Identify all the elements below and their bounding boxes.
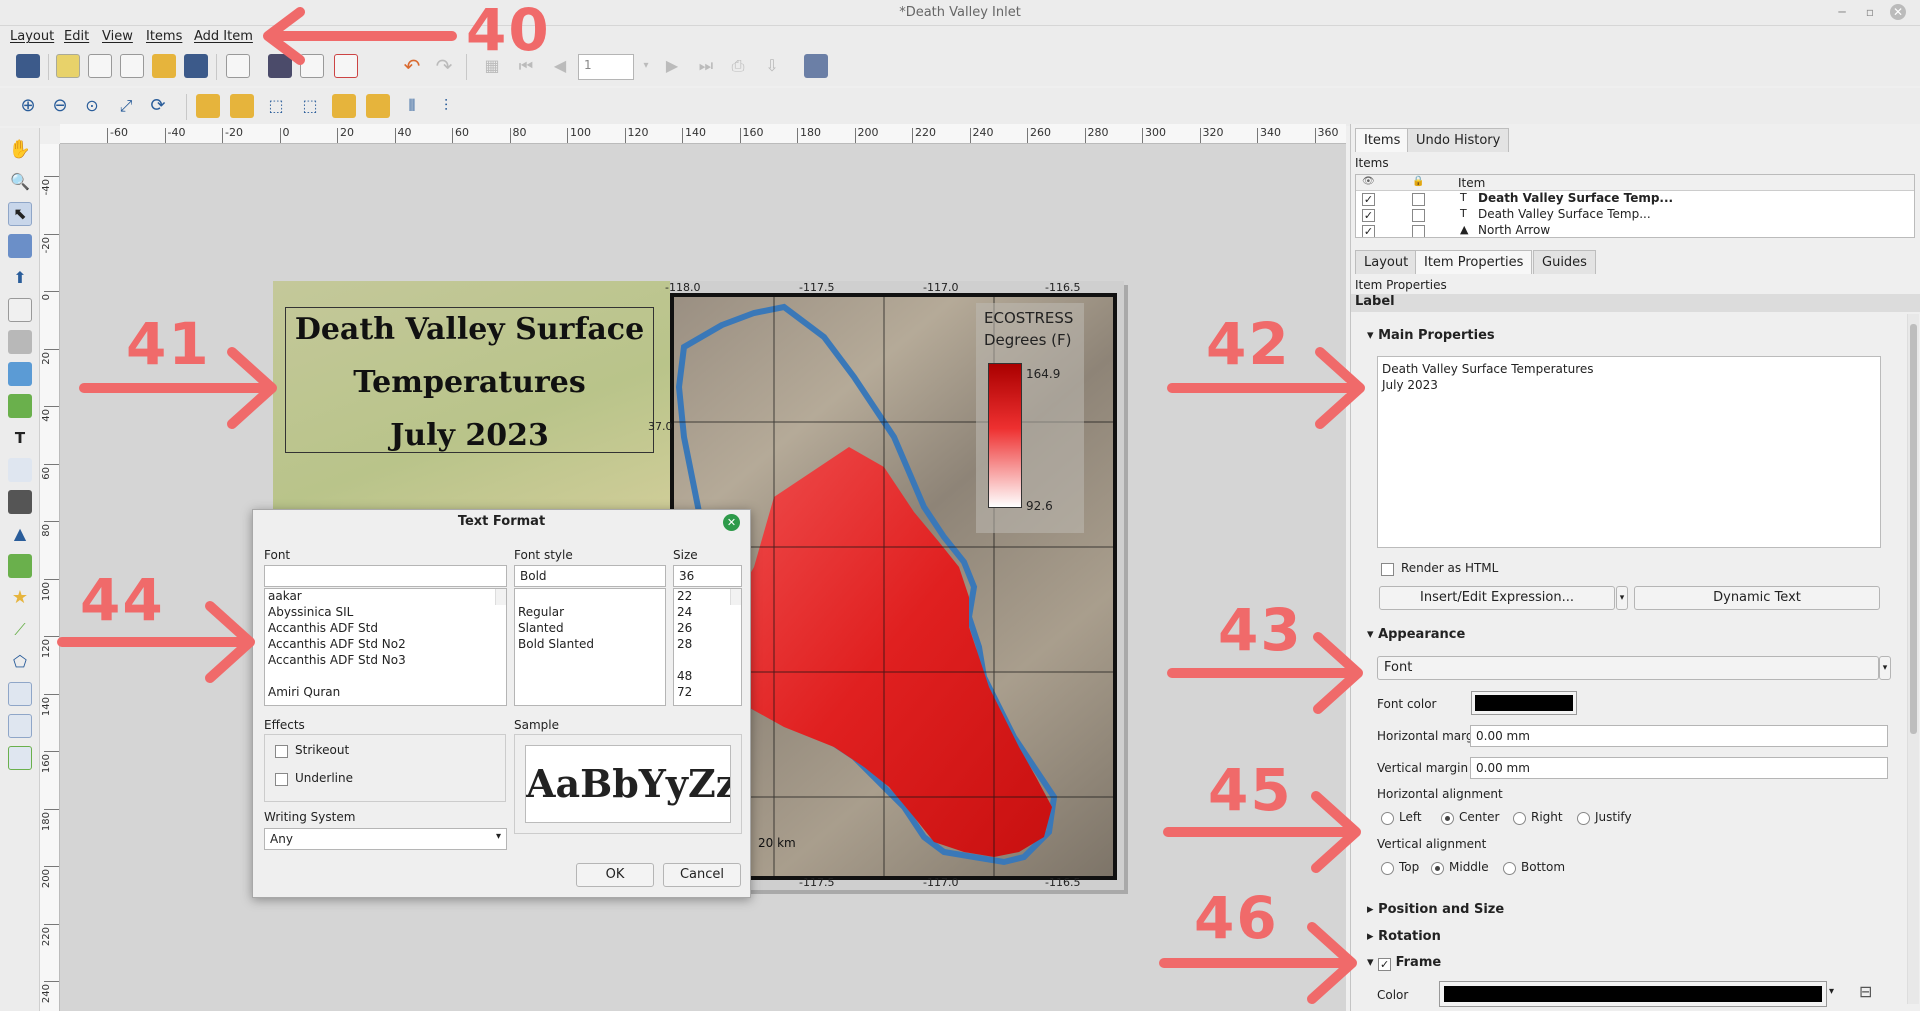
annotation-number-43: 43 (1218, 596, 1303, 664)
annotation-number-44: 44 (80, 566, 165, 634)
annotation-number-46: 46 (1194, 884, 1279, 952)
annotation-number-42: 42 (1206, 310, 1291, 378)
annotation-layer (57, 7, 1365, 1004)
annotation-number-41: 41 (126, 310, 211, 378)
annotation-number-45: 45 (1208, 756, 1293, 824)
annotation-number-40: 40 (466, 0, 551, 64)
annotation-arrow-40 (263, 7, 457, 65)
